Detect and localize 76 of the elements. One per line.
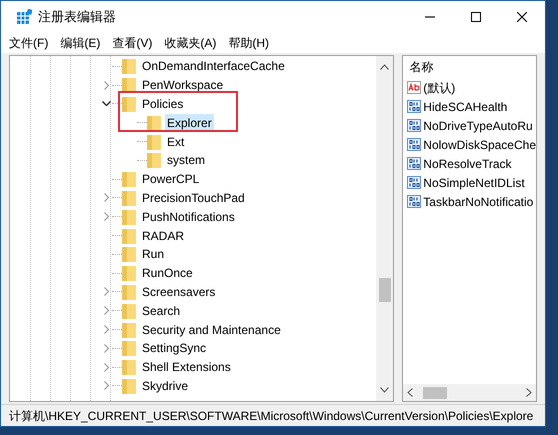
expand-icon[interactable] <box>104 381 108 390</box>
expand-icon[interactable] <box>104 306 108 316</box>
menu-item[interactable]: 文件(F) <box>9 34 48 52</box>
value-name[interactable]: (默认) <box>423 78 456 96</box>
value-name[interactable]: NolowDiskSpaceChe <box>423 136 536 154</box>
folder-icon <box>122 284 136 300</box>
folder-icon <box>122 359 136 376</box>
scroll-left-icon[interactable] <box>407 388 414 397</box>
string-value-icon <box>407 81 422 94</box>
menu-item[interactable]: 编辑(E) <box>60 34 100 52</box>
scrollbar-thumb[interactable] <box>378 278 391 302</box>
tree-item[interactable]: Screensavers <box>140 282 218 301</box>
tree-item[interactable]: Explorer <box>165 114 214 132</box>
folder-icon <box>122 171 136 188</box>
tree-item[interactable]: Security and Maintenance <box>140 320 283 339</box>
folder-icon <box>122 322 136 338</box>
tree-item[interactable]: Shell Extensions <box>140 358 233 376</box>
status-path: 计算机\HKEY_CURRENT_USER\SOFTWARE\Microsoft\Windows\CurrentVersion\Policies\Explore <box>9 408 534 424</box>
expand-icon[interactable] <box>104 362 108 372</box>
binary-value-icon <box>407 157 422 170</box>
scrollbar-thumb[interactable] <box>423 386 448 398</box>
expand-icon[interactable] <box>104 287 108 296</box>
folder-icon <box>122 265 136 282</box>
folder-icon <box>122 190 136 206</box>
folder-icon <box>147 114 161 131</box>
scroll-up-icon[interactable] <box>380 64 390 70</box>
expand-icon[interactable] <box>104 212 108 222</box>
folder-icon <box>147 152 161 168</box>
expand-icon[interactable] <box>104 325 108 334</box>
tree-item[interactable]: Search <box>140 302 182 320</box>
maximize-icon <box>471 12 481 22</box>
binary-value-icon <box>407 138 422 151</box>
tree-item[interactable]: Ext <box>165 132 186 151</box>
expand-icon[interactable] <box>104 193 108 202</box>
folder-icon <box>147 134 161 150</box>
folder-icon <box>122 340 136 356</box>
expand-icon[interactable] <box>104 344 108 353</box>
tree-item[interactable]: PowerCPL <box>140 170 202 188</box>
menu-item[interactable]: 查看(V) <box>112 34 152 52</box>
value-name[interactable]: TaskbarNoNotificatio <box>423 192 534 210</box>
value-name[interactable]: NoResolveTrack <box>423 154 512 172</box>
tree-item[interactable]: RADAR <box>140 226 186 245</box>
tree-item[interactable]: Skydrive <box>140 376 190 395</box>
expand-icon[interactable] <box>104 80 108 90</box>
tree-item[interactable]: PenWorkspace <box>140 76 226 94</box>
window-title: 注册表编辑器 <box>38 8 116 26</box>
binary-value-icon <box>407 100 422 113</box>
scroll-right-icon[interactable] <box>526 388 532 397</box>
scroll-down-icon[interactable] <box>380 387 390 393</box>
collapse-icon[interactable] <box>102 101 110 106</box>
binary-value-icon <box>407 195 422 208</box>
menu-item[interactable]: 收藏夹(A) <box>164 34 216 52</box>
tree-item[interactable]: PrecisionTouchPad <box>140 188 247 207</box>
folder-icon <box>122 302 136 319</box>
folder-icon <box>122 246 136 262</box>
tree-item[interactable]: system <box>165 151 208 170</box>
value-name[interactable]: NoSimpleNetIDList <box>423 174 525 192</box>
close-icon <box>517 12 527 22</box>
tree-item[interactable]: Policies <box>140 94 186 113</box>
folder-icon <box>122 58 136 74</box>
folder-icon <box>122 228 136 244</box>
folder-icon <box>122 96 136 112</box>
tree-item[interactable]: RunOnce <box>140 264 195 282</box>
tree-item[interactable]: SettingSync <box>140 339 208 358</box>
binary-value-icon <box>407 176 422 189</box>
menu-item[interactable]: 帮助(H) <box>228 34 269 52</box>
binary-value-icon <box>407 119 422 132</box>
folder-icon <box>122 378 136 394</box>
tree-item[interactable]: Run <box>140 245 166 264</box>
tree-item[interactable]: PushNotifications <box>140 208 237 226</box>
value-name[interactable]: NoDriveTypeAutoRu <box>423 116 533 134</box>
folder-icon <box>122 208 136 225</box>
registry-icon <box>16 9 32 25</box>
column-header[interactable]: 名称 <box>403 56 536 78</box>
tree-item[interactable]: OnDemandInterfaceCache <box>140 57 287 76</box>
value-name[interactable]: HideSCAHealth <box>423 98 508 116</box>
